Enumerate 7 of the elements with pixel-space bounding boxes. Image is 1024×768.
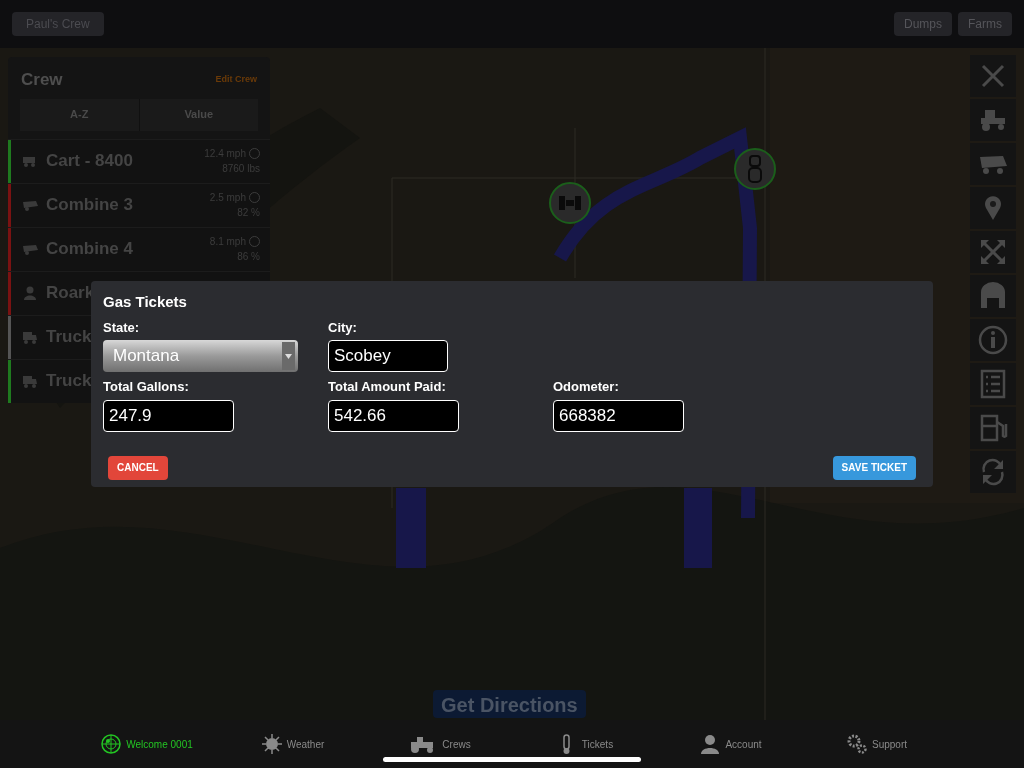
field-label: Total Gallons: <box>103 378 190 396</box>
panel-title: Crew <box>21 69 63 91</box>
field-label: State: <box>103 318 141 337</box>
field-label: Total Amount Paid: <box>328 378 447 396</box>
field-label: Odometer: <box>553 378 620 396</box>
dialog-title: Gas Tickets <box>103 292 188 312</box>
field-label: City: <box>328 318 358 337</box>
